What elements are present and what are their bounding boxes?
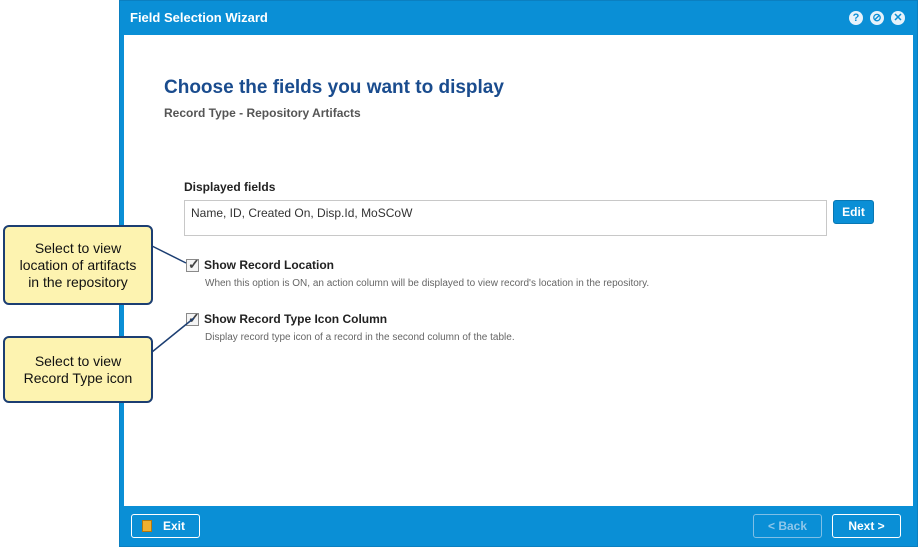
show-record-type-icon-label[interactable]: Show Record Type Icon Column (204, 312, 387, 326)
window-title: Field Selection Wizard (130, 10, 268, 25)
show-record-type-icon-checkbox[interactable]: ✓ (186, 310, 200, 326)
minimize-icon[interactable]: ⊘ (870, 11, 884, 25)
close-icon[interactable]: ✕ (891, 11, 905, 25)
location-callout-line: location of artifacts (19, 257, 137, 273)
checkmark-icon: ✓ (188, 256, 200, 272)
wizard-footer: Exit < Back Next > (120, 506, 917, 546)
wizard-window: Field Selection Wizard ? ⊘ ✕ Choose the … (119, 0, 918, 547)
show-record-location-description: When this option is ON, an action column… (205, 278, 650, 289)
show-record-type-icon-description: Display record type icon of a record in … (205, 332, 515, 343)
wizard-content: Choose the fields you want to display Re… (124, 35, 913, 506)
next-button[interactable]: Next > (832, 514, 901, 538)
displayed-fields-box: Name, ID, Created On, Disp.Id, MoSCoW (184, 200, 827, 236)
page-title: Choose the fields you want to display (164, 77, 504, 98)
show-record-location-checkbox[interactable]: ✓ (186, 256, 200, 272)
icon-callout-line: Record Type icon (23, 370, 133, 386)
checkmark-icon: ✓ (188, 310, 200, 326)
title-bar: Field Selection Wizard ? ⊘ ✕ (120, 1, 917, 35)
location-callout-line: Select to view (34, 240, 122, 256)
location-callout: Select to view location of artifacts in … (3, 225, 153, 305)
displayed-fields-label: Displayed fields (184, 180, 276, 194)
exit-button[interactable]: Exit (131, 514, 200, 538)
edit-button[interactable]: Edit (833, 200, 874, 224)
exit-door-icon (142, 520, 152, 532)
help-icon[interactable]: ? (849, 11, 863, 25)
back-button[interactable]: < Back (753, 514, 822, 538)
location-callout-line: in the repository (28, 274, 128, 290)
record-type-icon-callout: Select to view Record Type icon (3, 336, 153, 403)
show-record-location-label[interactable]: Show Record Location (204, 258, 334, 272)
record-type-subtitle: Record Type - Repository Artifacts (164, 106, 361, 120)
exit-label: Exit (163, 519, 186, 533)
icon-callout-line: Select to view (34, 353, 122, 369)
